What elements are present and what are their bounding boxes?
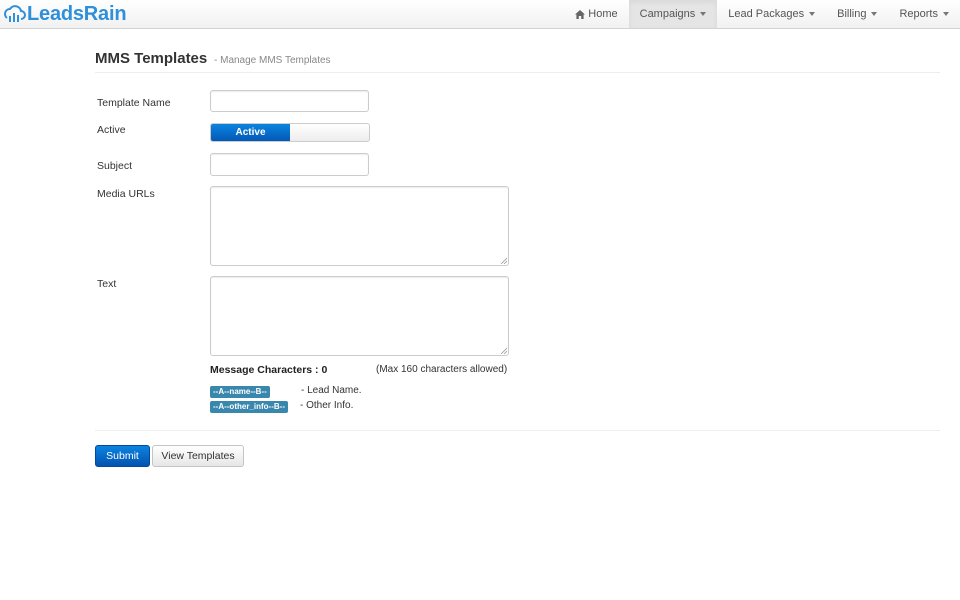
nav-item-label: Home <box>588 8 618 20</box>
brand-name: LeadsRain <box>27 2 127 25</box>
subject-label: Subject <box>97 160 133 172</box>
page-subtitle: - Manage MMS Templates <box>214 55 331 66</box>
home-icon <box>575 9 586 19</box>
placeholder-description: - Lead Name. <box>301 385 362 396</box>
nav-item-label: Reports <box>899 8 938 20</box>
caret-down-icon <box>871 12 878 16</box>
nav-item-billing[interactable]: Billing <box>826 0 888 28</box>
page-title: MMS Templates <box>95 50 208 67</box>
top-navbar: LeadsRain Home Campaigns Lead Packages B… <box>0 0 960 29</box>
template-name-label: Template Name <box>97 97 171 109</box>
nav-item-label: Campaigns <box>639 8 696 20</box>
active-toggle-switch[interactable]: Active <box>210 123 370 142</box>
placeholder-description: - Other Info. <box>300 400 354 411</box>
main-nav: Home Campaigns Lead Packages Billing Rep… <box>564 0 960 28</box>
resize-grip-icon[interactable] <box>500 257 507 264</box>
nav-item-label: Billing <box>837 8 867 20</box>
media-urls-textarea[interactable] <box>210 186 509 266</box>
subject-input[interactable] <box>210 153 369 176</box>
max-characters-note: (Max 160 characters allowed) <box>376 364 508 375</box>
template-name-input[interactable] <box>210 90 369 112</box>
resize-grip-icon[interactable] <box>500 347 507 354</box>
nav-item-lead-packages[interactable]: Lead Packages <box>717 0 826 28</box>
active-label: Active <box>97 124 126 136</box>
caret-down-icon <box>809 12 816 16</box>
text-label: Text <box>97 278 117 290</box>
toggle-on-label: Active <box>211 124 290 141</box>
view-templates-button[interactable]: View Templates <box>152 445 244 467</box>
nav-item-label: Lead Packages <box>728 8 805 20</box>
placeholder-tag-other-info[interactable]: --A--other_info--B-- <box>210 401 288 413</box>
caret-down-icon <box>943 12 949 16</box>
page-header: MMS Templates - Manage MMS Templates <box>95 50 940 73</box>
form-divider <box>95 430 940 431</box>
message-characters-count: Message Characters : 0 <box>210 364 328 376</box>
text-textarea[interactable] <box>210 276 509 356</box>
media-urls-label: Media URLs <box>97 188 155 200</box>
rain-cloud-logo-icon <box>4 5 26 22</box>
placeholder-tag-name[interactable]: --A--name--B-- <box>210 386 270 398</box>
brand-logo[interactable]: LeadsRain <box>2 2 127 25</box>
caret-down-icon <box>700 12 707 16</box>
submit-button[interactable]: Submit <box>95 445 150 467</box>
nav-item-home[interactable]: Home <box>564 0 628 28</box>
nav-item-campaigns[interactable]: Campaigns <box>628 0 718 28</box>
nav-item-reports[interactable]: Reports <box>888 0 960 28</box>
